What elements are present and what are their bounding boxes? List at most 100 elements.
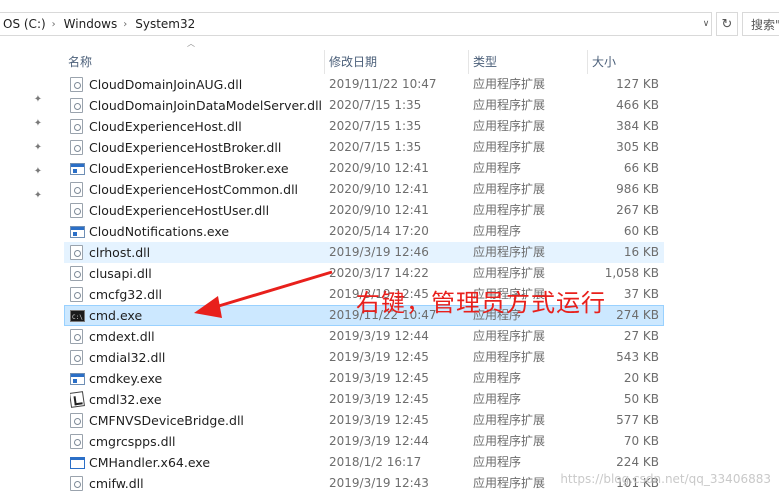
file-row[interactable]: CMFNVSDeviceBridge.dll 2019/3/19 12:45 应用程… — [64, 410, 664, 431]
dll-icon — [70, 182, 83, 197]
file-row[interactable]: CMHandler.x64.exe 2018/1/2 16:17 应用程序 224 K… — [64, 452, 664, 473]
file-name[interactable]: cmd.exe — [89, 305, 324, 326]
pin-icon[interactable]: ✦ — [32, 190, 44, 202]
file-date: 2019/3/19 12:45 — [329, 413, 429, 427]
file-name[interactable]: CloudDomainJoinAUG.dll — [89, 74, 324, 95]
file-name[interactable]: cmdial32.dll — [89, 347, 324, 368]
breadcrumb-drive[interactable]: OS (C:) — [0, 17, 50, 31]
file-size: 305 KB — [616, 140, 659, 154]
pin-icon[interactable]: ✦ — [32, 142, 44, 154]
file-size: 466 KB — [616, 98, 659, 112]
file-icon-cell — [70, 452, 86, 473]
refresh-button[interactable]: ↻ — [716, 12, 738, 36]
file-icon-cell — [70, 74, 86, 95]
address-bar[interactable]: OS (C:) › Windows › System32 — [0, 12, 712, 36]
dll-icon — [70, 287, 83, 302]
pin-icon[interactable]: ✦ — [32, 118, 44, 130]
exe-icon — [70, 226, 85, 238]
file-type: 应用程序扩展 — [473, 203, 546, 217]
file-row[interactable]: CloudExperienceHostBroker.exe 2020/9/10 1… — [64, 158, 664, 179]
column-header-date[interactable]: 修改日期 — [325, 50, 468, 74]
file-row[interactable]: cmdial32.dll 2019/3/19 12:45 应用程序扩展 543 KB — [64, 347, 664, 368]
dll-icon — [70, 350, 83, 365]
dll-icon — [70, 77, 83, 92]
chevron-right-icon[interactable]: › — [121, 19, 129, 30]
search-input[interactable]: 搜索"S — [742, 12, 779, 36]
exe-icon — [70, 373, 85, 385]
file-name[interactable]: clusapi.dll — [89, 263, 324, 284]
file-size: 1,058 KB — [604, 266, 659, 280]
file-type: 应用程序 — [473, 392, 522, 406]
file-size: 27 KB — [623, 329, 659, 343]
chevron-right-icon[interactable]: › — [50, 19, 58, 30]
file-row[interactable]: cmdkey.exe 2019/3/19 12:45 应用程序 20 KB — [64, 368, 664, 389]
file-name[interactable]: cmdl32.exe — [89, 389, 324, 410]
file-row[interactable]: CloudExperienceHostCommon.dll 2020/9/10 1… — [64, 179, 664, 200]
file-icon-cell — [70, 347, 86, 368]
column-header-size[interactable]: 大小 — [588, 50, 664, 74]
file-icon-cell — [70, 305, 86, 326]
dll-icon — [70, 476, 83, 491]
file-name[interactable]: CloudNotifications.exe — [89, 221, 324, 242]
breadcrumb-system32[interactable]: System32 — [129, 17, 199, 31]
file-name[interactable]: cmdext.dll — [89, 326, 324, 347]
file-row[interactable]: CloudExperienceHost.dll 2020/7/15 1:35 应用程… — [64, 116, 664, 137]
file-row[interactable]: CloudNotifications.exe 2020/5/14 17:20 应用程… — [64, 221, 664, 242]
file-type: 应用程序 — [473, 161, 522, 175]
file-row[interactable]: cmdext.dll 2019/3/19 12:44 应用程序扩展 27 KB — [64, 326, 664, 347]
file-row[interactable]: CloudDomainJoinAUG.dll 2019/11/22 10:47 应用… — [64, 74, 664, 95]
file-icon-cell — [70, 368, 86, 389]
file-name[interactable]: CMFNVSDeviceBridge.dll — [89, 410, 324, 431]
dll-icon — [70, 329, 83, 344]
file-size: 66 KB — [623, 161, 659, 175]
file-name[interactable]: cmcfg32.dll — [89, 284, 324, 305]
file-type: 应用程序 — [473, 371, 522, 385]
file-row[interactable]: CloudDomainJoinDataModelServer.dll 2020/7… — [64, 95, 664, 116]
file-row[interactable]: clrhost.dll 2019/3/19 12:46 应用程序扩展 16 KB — [64, 242, 664, 263]
file-row[interactable]: cmdl32.exe 2019/3/19 12:45 应用程序 50 KB — [64, 389, 664, 410]
file-date: 2020/9/10 12:41 — [329, 203, 429, 217]
file-name[interactable]: CloudExperienceHostBroker.exe — [89, 158, 324, 179]
file-name[interactable]: cmdkey.exe — [89, 368, 324, 389]
file-name[interactable]: CloudExperienceHostUser.dll — [89, 200, 324, 221]
file-row[interactable]: cmgrcspps.dll 2019/3/19 12:44 应用程序扩展 70 KB — [64, 431, 664, 452]
file-name[interactable]: cmifw.dll — [89, 473, 324, 494]
file-date: 2019/3/19 12:45 — [329, 350, 429, 364]
dll-icon — [70, 140, 83, 155]
file-name[interactable]: CMHandler.x64.exe — [89, 452, 324, 473]
file-icon-cell — [70, 410, 86, 431]
file-size: 60 KB — [623, 224, 659, 238]
file-name[interactable]: clrhost.dll — [89, 242, 324, 263]
file-name[interactable]: CloudExperienceHost.dll — [89, 116, 324, 137]
file-icon-cell — [70, 263, 86, 284]
file-name[interactable]: CloudExperienceHostBroker.dll — [89, 137, 324, 158]
file-size: 267 KB — [616, 203, 659, 217]
file-icon-cell — [70, 221, 86, 242]
file-icon-cell — [70, 179, 86, 200]
file-row[interactable]: CloudExperienceHostUser.dll 2020/9/10 12:… — [64, 200, 664, 221]
file-icon-cell — [70, 200, 86, 221]
file-size: 50 KB — [623, 392, 659, 406]
file-row[interactable]: CloudExperienceHostBroker.dll 2020/7/15 1… — [64, 137, 664, 158]
file-type: 应用程序扩展 — [473, 245, 546, 259]
watermark: https://blog.csdn.net/qq_33406883 — [560, 472, 771, 486]
file-name[interactable]: CloudDomainJoinDataModelServer.dll — [89, 95, 324, 116]
chevron-down-icon[interactable]: ∨ — [698, 12, 714, 36]
file-icon-cell — [70, 158, 86, 179]
file-size: 16 KB — [623, 245, 659, 259]
file-name[interactable]: cmgrcspps.dll — [89, 431, 324, 452]
dll-icon — [70, 203, 83, 218]
column-header-name[interactable]: 名称 — [64, 50, 324, 74]
file-name[interactable]: CloudExperienceHostCommon.dll — [89, 179, 324, 200]
file-type: 应用程序扩展 — [473, 140, 546, 154]
file-date: 2019/11/22 10:47 — [329, 77, 437, 91]
file-size: 577 KB — [616, 413, 659, 427]
pin-icon[interactable]: ✦ — [32, 166, 44, 178]
breadcrumb-windows[interactable]: Windows — [58, 17, 122, 31]
file-row[interactable]: clusapi.dll 2020/3/17 14:22 应用程序扩展 1,058 KB — [64, 263, 664, 284]
file-date: 2020/7/15 1:35 — [329, 98, 422, 112]
file-icon-cell — [70, 116, 86, 137]
column-header-type[interactable]: 类型 — [469, 50, 587, 74]
pin-icon[interactable]: ✦ — [32, 94, 44, 106]
file-type: 应用程序扩展 — [473, 77, 546, 91]
